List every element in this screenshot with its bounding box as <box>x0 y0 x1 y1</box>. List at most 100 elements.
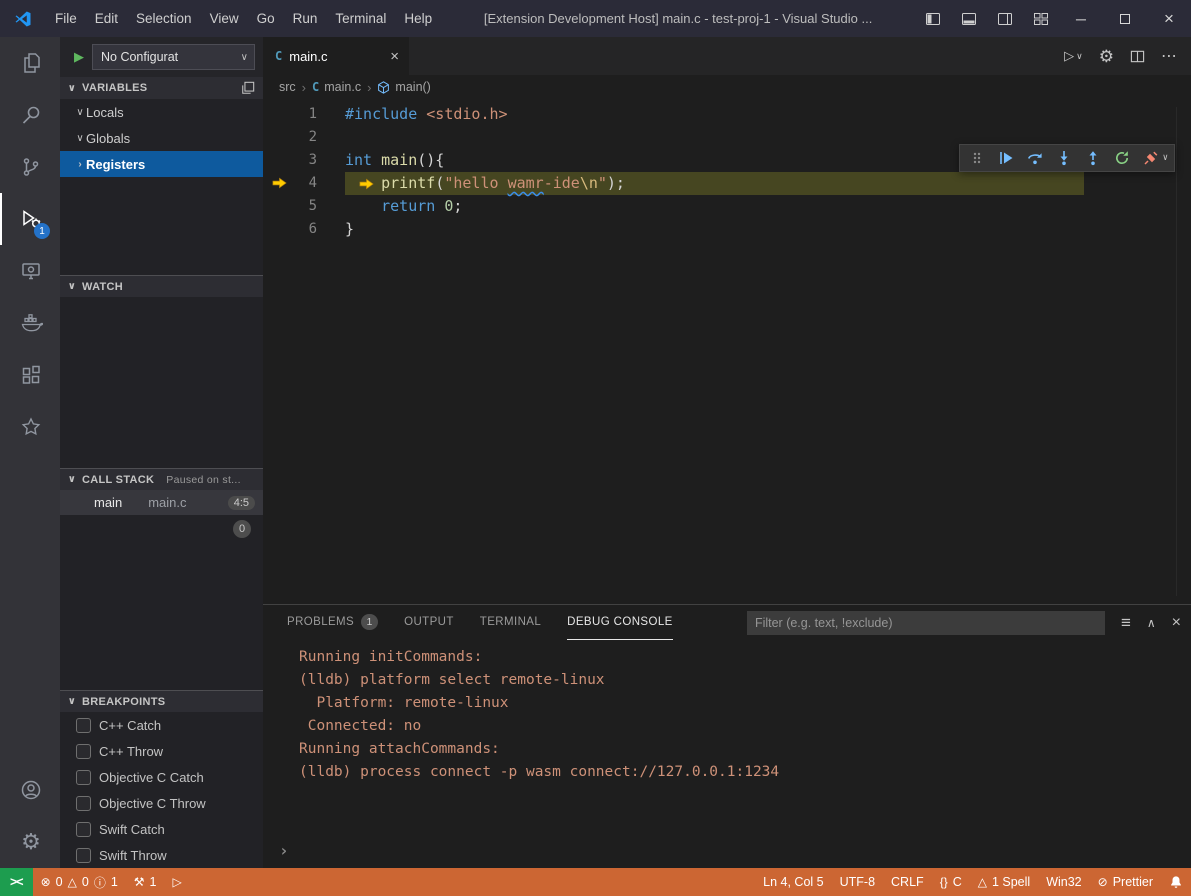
breakpoint-checkbox[interactable] <box>76 822 91 837</box>
close-panel-icon[interactable]: × <box>1172 614 1181 632</box>
chevron-down-icon[interactable]: ∨ <box>1163 153 1168 163</box>
docker-icon[interactable] <box>0 297 60 349</box>
breakpoint-checkbox[interactable] <box>76 848 91 863</box>
search-icon[interactable] <box>0 89 60 141</box>
remote-explorer-icon[interactable] <box>0 245 60 297</box>
run-and-debug-icon[interactable]: 1 <box>0 193 60 245</box>
tab-main-c[interactable]: C main.c × <box>263 37 409 75</box>
explorer-icon[interactable] <box>0 37 60 89</box>
breakpoint-checkbox[interactable] <box>76 770 91 785</box>
notifications-bell[interactable] <box>1161 868 1191 896</box>
breakpoint-item[interactable]: Objective C Catch <box>60 764 263 790</box>
maximize-panel-icon[interactable]: ∧ <box>1147 616 1156 630</box>
source-control-icon[interactable] <box>0 141 60 193</box>
breakpoint-item[interactable]: Objective C Throw <box>60 790 263 816</box>
call-stack-header[interactable]: ∨ CALL STACK Paused on st... <box>60 468 263 490</box>
console-prompt-icon[interactable]: › <box>279 841 289 860</box>
breakpoint-item[interactable]: Swift Throw <box>60 842 263 868</box>
platform-status[interactable]: Win32 <box>1038 868 1089 896</box>
breakpoint-checkbox[interactable] <box>76 796 91 811</box>
customize-layout-icon[interactable] <box>1023 0 1059 37</box>
spell-checker-status[interactable]: △ 1 Spell <box>970 868 1038 896</box>
split-editor-icon[interactable] <box>1130 49 1145 64</box>
formatter-status[interactable]: ⊘ Prettier <box>1090 868 1161 896</box>
step-out-icon[interactable] <box>1080 145 1107 171</box>
debug-session-status[interactable]: ▷ <box>165 868 190 896</box>
settings-gear-icon[interactable]: ⚙ <box>0 816 60 868</box>
variables-item-locals[interactable]: ∨Locals <box>60 99 263 125</box>
breakpoint-item[interactable]: C++ Throw <box>60 738 263 764</box>
menu-terminal[interactable]: Terminal <box>326 0 395 37</box>
step-into-icon[interactable] <box>1051 145 1078 171</box>
toggle-sidebar-icon[interactable] <box>915 0 951 37</box>
breadcrumb-item[interactable]: src <box>279 80 296 94</box>
variables-item-globals[interactable]: ∨Globals <box>60 125 263 151</box>
menu-help[interactable]: Help <box>395 0 441 37</box>
stack-frame-row[interactable]: main main.c 4:5 <box>60 490 263 515</box>
bottom-panel: PROBLEMS1 OUTPUT TERMINAL DEBUG CONSOLE ≡ ∧… <box>263 604 1191 868</box>
toggle-panel-icon[interactable] <box>951 0 987 37</box>
close-window-button[interactable]: × <box>1147 0 1191 37</box>
editor[interactable]: 1#include <stdio.h>23int main(){4 printf… <box>263 99 1191 604</box>
breakpoint-gutter[interactable] <box>263 126 295 149</box>
code-line-1[interactable]: 1#include <stdio.h> <box>263 103 1191 126</box>
panel-tab-problems[interactable]: PROBLEMS1 <box>287 605 378 640</box>
continue-icon[interactable] <box>993 145 1020 171</box>
breadcrumb-item[interactable]: Cmain.c <box>312 80 361 94</box>
panel-tab-output[interactable]: OUTPUT <box>404 605 454 640</box>
debug-console[interactable]: Running initCommands:(lldb) platform sel… <box>263 640 1191 868</box>
eol-status[interactable]: CRLF <box>883 868 932 896</box>
step-over-icon[interactable] <box>1022 145 1049 171</box>
breakpoint-gutter[interactable] <box>263 149 295 172</box>
menu-edit[interactable]: Edit <box>86 0 127 37</box>
maximize-button[interactable] <box>1103 0 1147 37</box>
more-actions-icon[interactable]: ⋯ <box>1161 46 1177 66</box>
filter-lines-icon[interactable]: ≡ <box>1121 613 1131 633</box>
code-line-5[interactable]: 5 return 0; <box>263 195 1191 218</box>
code-line-6[interactable]: 6} <box>263 218 1191 241</box>
minimize-button[interactable]: ─ <box>1059 0 1103 37</box>
manage-gear-icon[interactable]: ⚙ <box>1099 48 1114 65</box>
code-line-4[interactable]: 4 printf("hello wamr-ide\n"); <box>263 172 1191 195</box>
menu-selection[interactable]: Selection <box>127 0 201 37</box>
breakpoint-gutter[interactable] <box>263 195 295 218</box>
start-debug-icon[interactable]: ▶ <box>74 49 84 65</box>
breadcrumb-item[interactable]: main() <box>377 80 430 94</box>
extensions-icon[interactable] <box>0 349 60 401</box>
close-tab-icon[interactable]: × <box>390 48 399 65</box>
breakpoint-item[interactable]: C++ Catch <box>60 712 263 738</box>
watch-header[interactable]: ∨ WATCH <box>60 275 263 297</box>
menu-view[interactable]: View <box>201 0 248 37</box>
account-icon[interactable] <box>0 764 60 816</box>
menu-run[interactable]: Run <box>284 0 327 37</box>
disconnect-icon[interactable] <box>1138 145 1165 171</box>
star-icon[interactable] <box>0 401 60 453</box>
breakpoint-checkbox[interactable] <box>76 718 91 733</box>
variables-item-registers[interactable]: ›Registers <box>60 151 263 177</box>
breakpoint-gutter[interactable] <box>263 218 295 241</box>
collapse-all-icon[interactable] <box>241 81 255 95</box>
restart-icon[interactable] <box>1109 145 1136 171</box>
breakpoints-header[interactable]: ∨ BREAKPOINTS <box>60 690 263 712</box>
menu-file[interactable]: File <box>46 0 86 37</box>
variables-header[interactable]: ∨ VARIABLES <box>60 77 263 99</box>
problems-status[interactable]: ⊗ 0 △ 0 ⓘ 1 <box>33 868 126 896</box>
thread-row[interactable]: 0 <box>60 515 263 543</box>
console-filter-input[interactable] <box>747 611 1105 635</box>
panel-tab-terminal[interactable]: TERMINAL <box>480 605 541 640</box>
drag-handle-icon[interactable] <box>964 145 991 171</box>
breakpoint-gutter[interactable] <box>263 172 295 195</box>
remote-indicator[interactable]: >< <box>0 868 33 896</box>
breakpoint-checkbox[interactable] <box>76 744 91 759</box>
debug-config-dropdown[interactable]: No Configurat ∨ <box>92 44 255 70</box>
run-or-debug-icon[interactable]: ▷ ∨ <box>1064 48 1083 64</box>
tools-status[interactable]: ⚒ 1 <box>126 868 165 896</box>
toggle-secondary-sidebar-icon[interactable] <box>987 0 1023 37</box>
cursor-position[interactable]: Ln 4, Col 5 <box>755 868 831 896</box>
panel-tab-debug-console[interactable]: DEBUG CONSOLE <box>567 605 673 640</box>
breakpoint-gutter[interactable] <box>263 103 295 126</box>
language-status[interactable]: {} C <box>932 868 970 896</box>
menu-go[interactable]: Go <box>248 0 284 37</box>
encoding-status[interactable]: UTF-8 <box>832 868 883 896</box>
breakpoint-item[interactable]: Swift Catch <box>60 816 263 842</box>
